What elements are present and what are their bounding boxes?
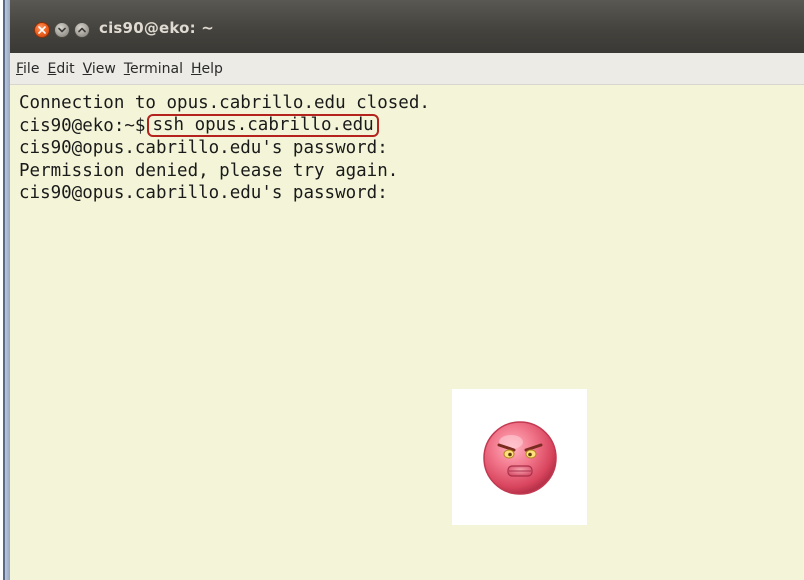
minimize-icon xyxy=(58,27,66,33)
title-bar[interactable]: cis90@eko: ~ xyxy=(10,0,804,53)
menu-bar: File Edit View Terminal Help xyxy=(10,53,804,85)
menu-file-mnemonic: F xyxy=(16,60,24,77)
minimize-button[interactable] xyxy=(54,22,70,38)
menu-edit-mnemonic: E xyxy=(47,60,57,77)
terminal-output[interactable]: Connection to opus.cabrillo.edu closed. … xyxy=(10,86,804,580)
menu-terminal[interactable]: Terminal xyxy=(124,61,183,77)
menu-terminal-label: erminal xyxy=(130,60,183,77)
close-icon xyxy=(38,26,46,34)
menu-edit[interactable]: Edit xyxy=(47,61,74,77)
menu-view-mnemonic: V xyxy=(82,60,92,77)
terminal-line-password-prompt: cis90@opus.cabrillo.edu's password: xyxy=(19,138,388,158)
terminal-line-connection-closed: Connection to opus.cabrillo.edu closed. xyxy=(19,93,430,113)
window-title: cis90@eko: ~ xyxy=(99,19,215,37)
menu-file[interactable]: File xyxy=(16,61,39,77)
maximize-icon xyxy=(78,27,86,33)
angry-face-icon xyxy=(482,421,557,495)
maximize-button[interactable] xyxy=(74,22,90,38)
terminal-line-permission-denied: Permission denied, please try again. xyxy=(19,160,399,181)
menu-view-label: iew xyxy=(91,60,116,77)
menu-view[interactable]: View xyxy=(83,61,116,77)
menu-edit-label: dit xyxy=(56,60,75,77)
left-window-edge xyxy=(0,0,10,580)
menu-file-label: ile xyxy=(23,60,40,77)
terminal-line-command: cis90@eko:~$ ssh opus.cabrillo.edu xyxy=(19,114,804,138)
menu-help[interactable]: Help xyxy=(191,61,223,77)
terminal-line-password-prompt-retry: cis90@opus.cabrillo.edu's password: xyxy=(19,183,388,203)
menu-help-label: elp xyxy=(201,60,223,77)
close-button[interactable] xyxy=(34,22,50,38)
highlighted-command: ssh opus.cabrillo.edu xyxy=(147,114,379,138)
shell-prompt: cis90@eko:~$ xyxy=(19,115,146,136)
terminal-window: cis90@eko: ~ File Edit View Terminal Hel… xyxy=(10,0,804,580)
menu-help-mnemonic: H xyxy=(191,60,202,77)
angry-face-image xyxy=(452,389,587,525)
